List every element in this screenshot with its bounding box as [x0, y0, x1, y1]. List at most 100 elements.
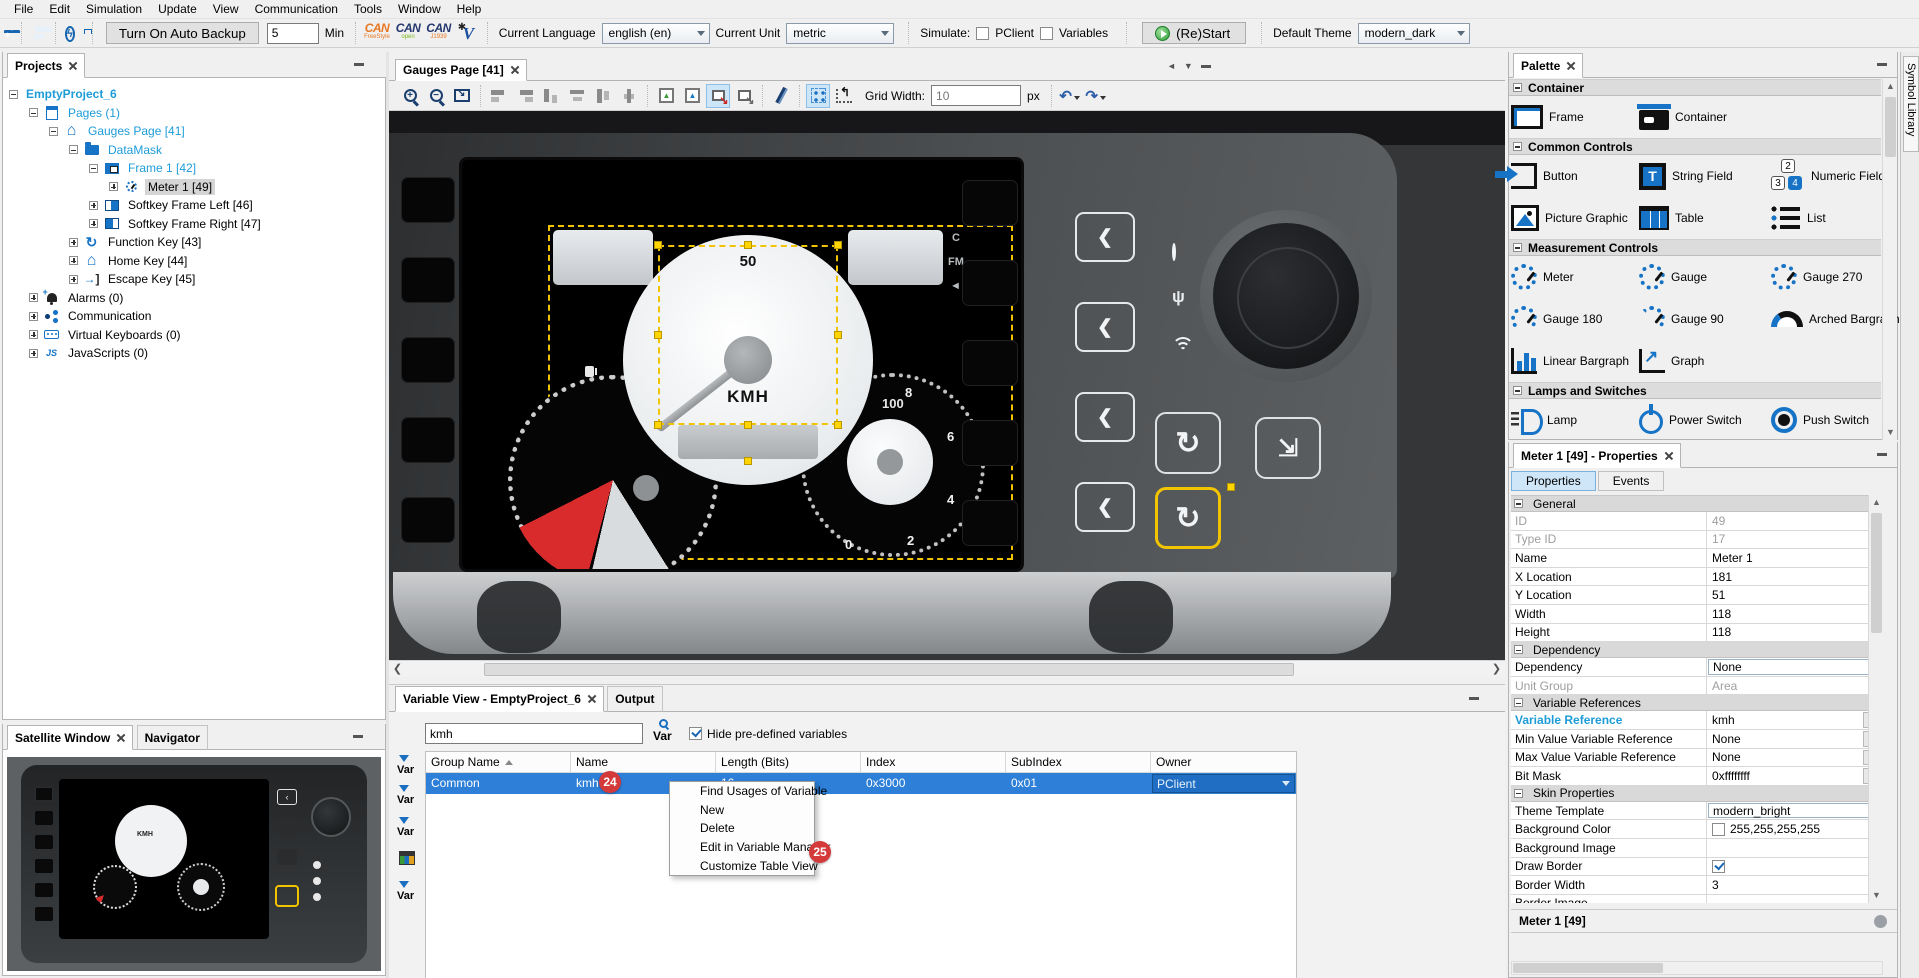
section-common-controls[interactable]: Common Controls [1509, 138, 1881, 155]
variable-table-button[interactable] [397, 849, 421, 875]
column-header-group-name[interactable]: Group Name [426, 752, 571, 772]
scrollbar-thumb[interactable] [484, 663, 1294, 676]
tree-item-function-key[interactable]: Function Key [43] [5, 233, 383, 252]
menu-communication[interactable]: Communication [247, 0, 346, 18]
menu-simulation[interactable]: Simulation [78, 0, 150, 18]
tree-item-meter1[interactable]: Meter 1 [49] [5, 178, 383, 197]
column-header-owner[interactable]: Owner [1151, 752, 1296, 772]
properties-scrollbar[interactable]: ▲▼ [1868, 495, 1883, 903]
close-icon[interactable] [117, 734, 125, 742]
minimize-icon[interactable] [354, 63, 364, 66]
resize-mode-icon[interactable] [706, 84, 730, 108]
palette-scrollbar[interactable]: ▲▼ [1882, 79, 1897, 440]
tree-item-virtual-keyboards[interactable]: Virtual Keyboards (0) [5, 326, 383, 345]
palette-item-string-field[interactable]: String Field [1639, 159, 1771, 193]
menu-item-customize-table-view[interactable]: Customize Table View [670, 856, 814, 875]
cluster-screen[interactable]: C FM ◄ 8 6 4 2 0 [459, 157, 1024, 572]
satellite-window-tab[interactable]: Satellite Window [7, 725, 133, 750]
tree-item-datamask[interactable]: DataMask [5, 141, 383, 160]
property-row-height[interactable]: Height118 [1511, 624, 1883, 643]
tree-item-pages[interactable]: Pages (1) [5, 104, 383, 123]
property-row-variable-reference[interactable]: Variable Referencekmh… [1511, 711, 1883, 730]
section-lamps-switches[interactable]: Lamps and Switches [1509, 382, 1881, 399]
scroll-left-icon[interactable]: ❮ [389, 662, 406, 677]
menu-help[interactable]: Help [449, 0, 490, 18]
tab-list-icon[interactable]: ▼ [1184, 61, 1193, 71]
minimize-icon[interactable] [1469, 697, 1479, 700]
close-icon[interactable] [1567, 62, 1575, 70]
palette-item-meter[interactable]: Meter [1511, 260, 1639, 294]
can-j1939-icon[interactable]: CANJ1939 [426, 24, 451, 42]
tree-item-home-key[interactable]: Home Key [44] [5, 252, 383, 271]
search-variable-icon[interactable]: Var [651, 719, 677, 747]
column-header-name[interactable]: Name [571, 752, 716, 772]
column-header-index[interactable]: Index [861, 752, 1006, 772]
align-middle-icon[interactable] [591, 84, 615, 108]
palette-item-button[interactable]: Button [1511, 159, 1639, 193]
palette-item-linear-bargraph[interactable]: Linear Bargraph [1511, 344, 1639, 378]
import-variable-button[interactable]: Var [397, 785, 421, 811]
tree-item-javascripts[interactable]: JavaScripts (0) [5, 344, 383, 363]
owner-select[interactable]: PClient [1152, 774, 1295, 793]
flash-update-icon[interactable]: ϟ [65, 26, 75, 41]
palette-item-gauge-270[interactable]: Gauge 270 [1771, 260, 1897, 294]
grid-toggle-icon[interactable] [806, 84, 830, 108]
property-row-width[interactable]: Width118 [1511, 605, 1883, 624]
pclient-checkbox[interactable] [976, 27, 989, 40]
property-row-background-color[interactable]: Background Color255,255,255,255 [1511, 820, 1883, 839]
align-right-icon[interactable] [513, 84, 537, 108]
section-container[interactable]: Container [1509, 79, 1881, 96]
palette-item-picture-graphic[interactable]: Picture Graphic [1511, 201, 1639, 235]
property-row-theme-template[interactable]: Theme Templatemodern_bright [1511, 802, 1883, 821]
hide-predefined-checkbox[interactable] [689, 727, 702, 740]
theme-template-select[interactable]: modern_bright [1708, 803, 1882, 819]
align-center-icon[interactable] [539, 84, 563, 108]
auto-backup-button[interactable]: Turn On Auto Backup [106, 22, 259, 44]
palette-item-gauge-180[interactable]: Gauge 180 [1511, 302, 1639, 336]
background-color-checkbox[interactable] [1712, 823, 1725, 836]
properties-horizontal-scrollbar[interactable] [1511, 961, 1883, 975]
align-top-icon[interactable] [565, 84, 589, 108]
tab-events[interactable]: Events [1598, 471, 1665, 491]
property-row-background-image[interactable]: Background Image [1511, 839, 1883, 858]
column-header-length[interactable]: Length (Bits) [716, 752, 861, 772]
tree-item-softkey-right[interactable]: Softkey Frame Right [47] [5, 215, 383, 234]
projects-tab[interactable]: Projects [7, 53, 85, 78]
canvas-horizontal-scrollbar[interactable]: ❮ ❯ [389, 660, 1505, 677]
redo-icon[interactable] [1084, 84, 1108, 108]
scroll-right-icon[interactable]: ❯ [1488, 662, 1505, 677]
close-icon[interactable] [1665, 452, 1673, 460]
tree-item-gauges-page[interactable]: Gauges Page [41] [5, 122, 383, 141]
tree-item-frame1[interactable]: Frame 1 [42] [5, 159, 383, 178]
variable-search-input[interactable] [425, 723, 643, 744]
default-theme-select[interactable]: modern_dark [1358, 23, 1470, 44]
menu-item-new[interactable]: New [670, 801, 814, 820]
property-row-draw-border[interactable]: Draw Border [1511, 858, 1883, 877]
zoom-in-icon[interactable]: + [398, 84, 422, 108]
minimize-icon[interactable] [1201, 65, 1211, 68]
align-left-icon[interactable] [487, 84, 511, 108]
palette-item-gauge[interactable]: Gauge [1639, 260, 1771, 294]
minimize-icon[interactable] [1877, 63, 1887, 66]
zoom-fit-icon[interactable] [450, 84, 474, 108]
tree-item-escape-key[interactable]: Escape Key [45] [5, 270, 383, 289]
property-row-y-location[interactable]: Y Location51 [1511, 586, 1883, 605]
section-dependency[interactable]: Dependency [1511, 642, 1883, 658]
language-select[interactable]: english (en) [602, 23, 710, 44]
close-icon[interactable] [588, 695, 596, 703]
bring-forward-icon[interactable] [680, 84, 704, 108]
property-row-border-image[interactable]: Border Image [1511, 895, 1883, 903]
tree-item-softkey-left[interactable]: Softkey Frame Left [46] [5, 196, 383, 215]
minimize-icon[interactable] [1877, 453, 1887, 456]
menu-item-find-usages[interactable]: Find Usages of Variable [670, 782, 814, 801]
restart-button[interactable]: (Re)Start [1142, 22, 1246, 44]
dependency-select[interactable]: None [1708, 659, 1882, 675]
section-skin-properties[interactable]: Skin Properties [1511, 786, 1883, 802]
property-row-dependency[interactable]: DependencyNone [1511, 658, 1883, 677]
palette-item-numeric-field[interactable]: 234Numeric Field [1771, 159, 1897, 193]
variables-checkbox[interactable] [1040, 27, 1053, 40]
palette-item-graph[interactable]: Graph [1639, 344, 1771, 378]
draw-border-checkbox[interactable] [1712, 860, 1725, 873]
property-row-x-location[interactable]: X Location181 [1511, 568, 1883, 587]
collapsed-properties-group[interactable]: Meter 1 [49] [1511, 909, 1897, 933]
